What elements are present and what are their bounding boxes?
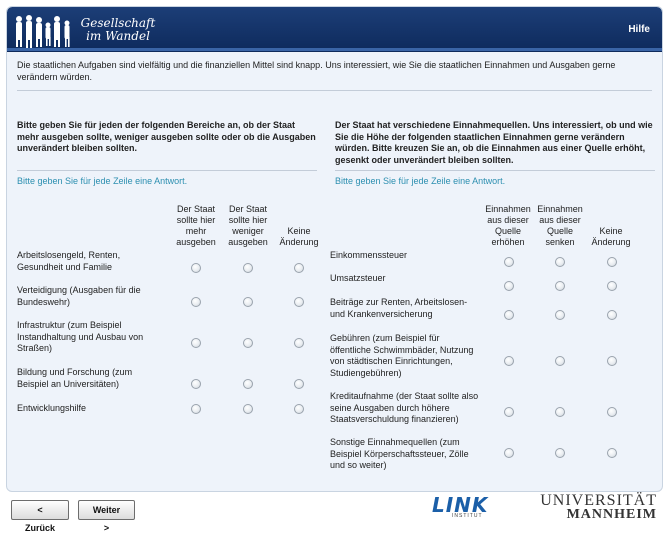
link-institut-logo: LINK INSTITUT bbox=[432, 493, 492, 523]
logo-line-2: im Wandel bbox=[86, 29, 150, 43]
spending-question: Bitte geben Sie für jeden der folgenden … bbox=[17, 120, 317, 171]
revenue-row-label: Umsatzsteuer bbox=[330, 273, 386, 283]
spending-col-more: Der Staat sollte hier mehr ausgeben bbox=[176, 204, 216, 247]
revenue-radio-umsatz-decrease[interactable] bbox=[555, 281, 565, 291]
spending-radio-verteidigung-less[interactable] bbox=[243, 297, 253, 307]
spending-row-label: Arbeitslosengeld, Renten, Gesundheit und… bbox=[17, 250, 121, 272]
revenue-radio-einkommen-nochange[interactable] bbox=[607, 257, 617, 267]
header-divider bbox=[7, 48, 662, 51]
revenue-radio-sonstige-decrease[interactable] bbox=[555, 448, 565, 458]
revenue-radio-kredit-nochange[interactable] bbox=[607, 407, 617, 417]
logo-text: Gesellschaft im Wandel bbox=[73, 17, 163, 43]
revenue-question-block: Der Staat hat verschiedene Einnahmequell… bbox=[335, 120, 655, 186]
revenue-row-label: Einkommenssteuer bbox=[330, 250, 408, 260]
spending-radio-infrastruktur-nochange[interactable] bbox=[294, 338, 304, 348]
revenue-radio-beitraege-decrease[interactable] bbox=[555, 310, 565, 320]
back-button[interactable]: < Zurück bbox=[11, 500, 69, 533]
revenue-col-nochange: Keine Änderung bbox=[591, 226, 631, 247]
spending-radio-entwicklungshilfe-more[interactable] bbox=[191, 404, 201, 414]
revenue-radio-einkommen-decrease[interactable] bbox=[555, 257, 565, 267]
uni-logo-line-1: UNIVERSITÄT bbox=[540, 492, 657, 509]
spending-instruction: Bitte geben Sie für jede Zeile eine Antw… bbox=[17, 176, 188, 186]
revenue-row-label: Kreditaufnahme (der Staat sollte also se… bbox=[330, 391, 479, 424]
spending-radio-bildung-nochange[interactable] bbox=[294, 379, 304, 389]
spending-row-label: Infrastruktur (zum Beispiel Instandhaltu… bbox=[17, 320, 144, 353]
spending-radio-infrastruktur-more[interactable] bbox=[191, 338, 201, 348]
revenue-col-increase: Einnahmen aus dieser Quelle erhöhen bbox=[485, 204, 531, 247]
survey-frame: Gesellschaft im Wandel Hilfe Die staatli… bbox=[6, 6, 663, 492]
revenue-radio-gebuehren-increase[interactable] bbox=[504, 356, 514, 366]
university-mannheim-logo: UNIVERSITÄT MANNHEIM bbox=[517, 493, 657, 525]
revenue-radio-einkommen-increase[interactable] bbox=[504, 257, 514, 267]
next-button[interactable]: Weiter > bbox=[78, 500, 135, 533]
revenue-question: Der Staat hat verschiedene Einnahmequell… bbox=[335, 120, 655, 171]
spending-radio-verteidigung-nochange[interactable] bbox=[294, 297, 304, 307]
survey-header: Gesellschaft im Wandel Hilfe bbox=[7, 7, 662, 52]
revenue-radio-umsatz-nochange[interactable] bbox=[607, 281, 617, 291]
spending-col-nochange: Keine Änderung bbox=[279, 226, 319, 247]
spending-radio-sozial-nochange[interactable] bbox=[294, 263, 304, 273]
spending-radio-bildung-less[interactable] bbox=[243, 379, 253, 389]
revenue-radio-sonstige-increase[interactable] bbox=[504, 448, 514, 458]
spending-radio-sozial-less[interactable] bbox=[243, 263, 253, 273]
spending-row-label: Entwicklungshilfe bbox=[17, 403, 87, 413]
spending-col-less: Der Staat sollte hier weniger ausgeben bbox=[228, 204, 268, 247]
spending-radio-infrastruktur-less[interactable] bbox=[243, 338, 253, 348]
revenue-row-label: Gebühren (zum Beispiel für öffentliche S… bbox=[330, 333, 474, 378]
spending-radio-verteidigung-more[interactable] bbox=[191, 297, 201, 307]
revenue-radio-beitraege-increase[interactable] bbox=[504, 310, 514, 320]
spending-radio-sozial-more[interactable] bbox=[191, 263, 201, 273]
revenue-row-label: Sonstige Einnahmequellen (zum Beispiel K… bbox=[330, 437, 469, 470]
revenue-radio-sonstige-nochange[interactable] bbox=[607, 448, 617, 458]
spending-radio-entwicklungshilfe-nochange[interactable] bbox=[294, 404, 304, 414]
spending-radio-entwicklungshilfe-less[interactable] bbox=[243, 404, 253, 414]
revenue-radio-kredit-decrease[interactable] bbox=[555, 407, 565, 417]
link-logo-subtext: INSTITUT bbox=[452, 513, 483, 519]
revenue-radio-gebuehren-decrease[interactable] bbox=[555, 356, 565, 366]
spending-question-block: Bitte geben Sie für jeden der folgenden … bbox=[17, 120, 317, 186]
help-link[interactable]: Hilfe bbox=[628, 24, 650, 35]
spending-row-label: Bildung und Forschung (zum Beispiel an U… bbox=[17, 367, 133, 389]
revenue-radio-umsatz-increase[interactable] bbox=[504, 281, 514, 291]
uni-logo-line-2: MANNHEIM bbox=[566, 507, 657, 522]
revenue-radio-kredit-increase[interactable] bbox=[504, 407, 514, 417]
revenue-radio-gebuehren-nochange[interactable] bbox=[607, 356, 617, 366]
intro-text: Die staatlichen Aufgaben sind vielfältig… bbox=[17, 59, 652, 91]
revenue-col-decrease: Einnahmen aus dieser Quelle senken bbox=[537, 204, 583, 247]
revenue-radio-beitraege-nochange[interactable] bbox=[607, 310, 617, 320]
spending-radio-bildung-more[interactable] bbox=[191, 379, 201, 389]
spending-row-label: Verteidigung (Ausgaben für die Bundesweh… bbox=[17, 285, 141, 307]
revenue-row-label: Beiträge zur Renten, Arbeitslosen- und K… bbox=[330, 297, 468, 319]
revenue-instruction: Bitte geben Sie für jede Zeile eine Antw… bbox=[335, 176, 506, 186]
